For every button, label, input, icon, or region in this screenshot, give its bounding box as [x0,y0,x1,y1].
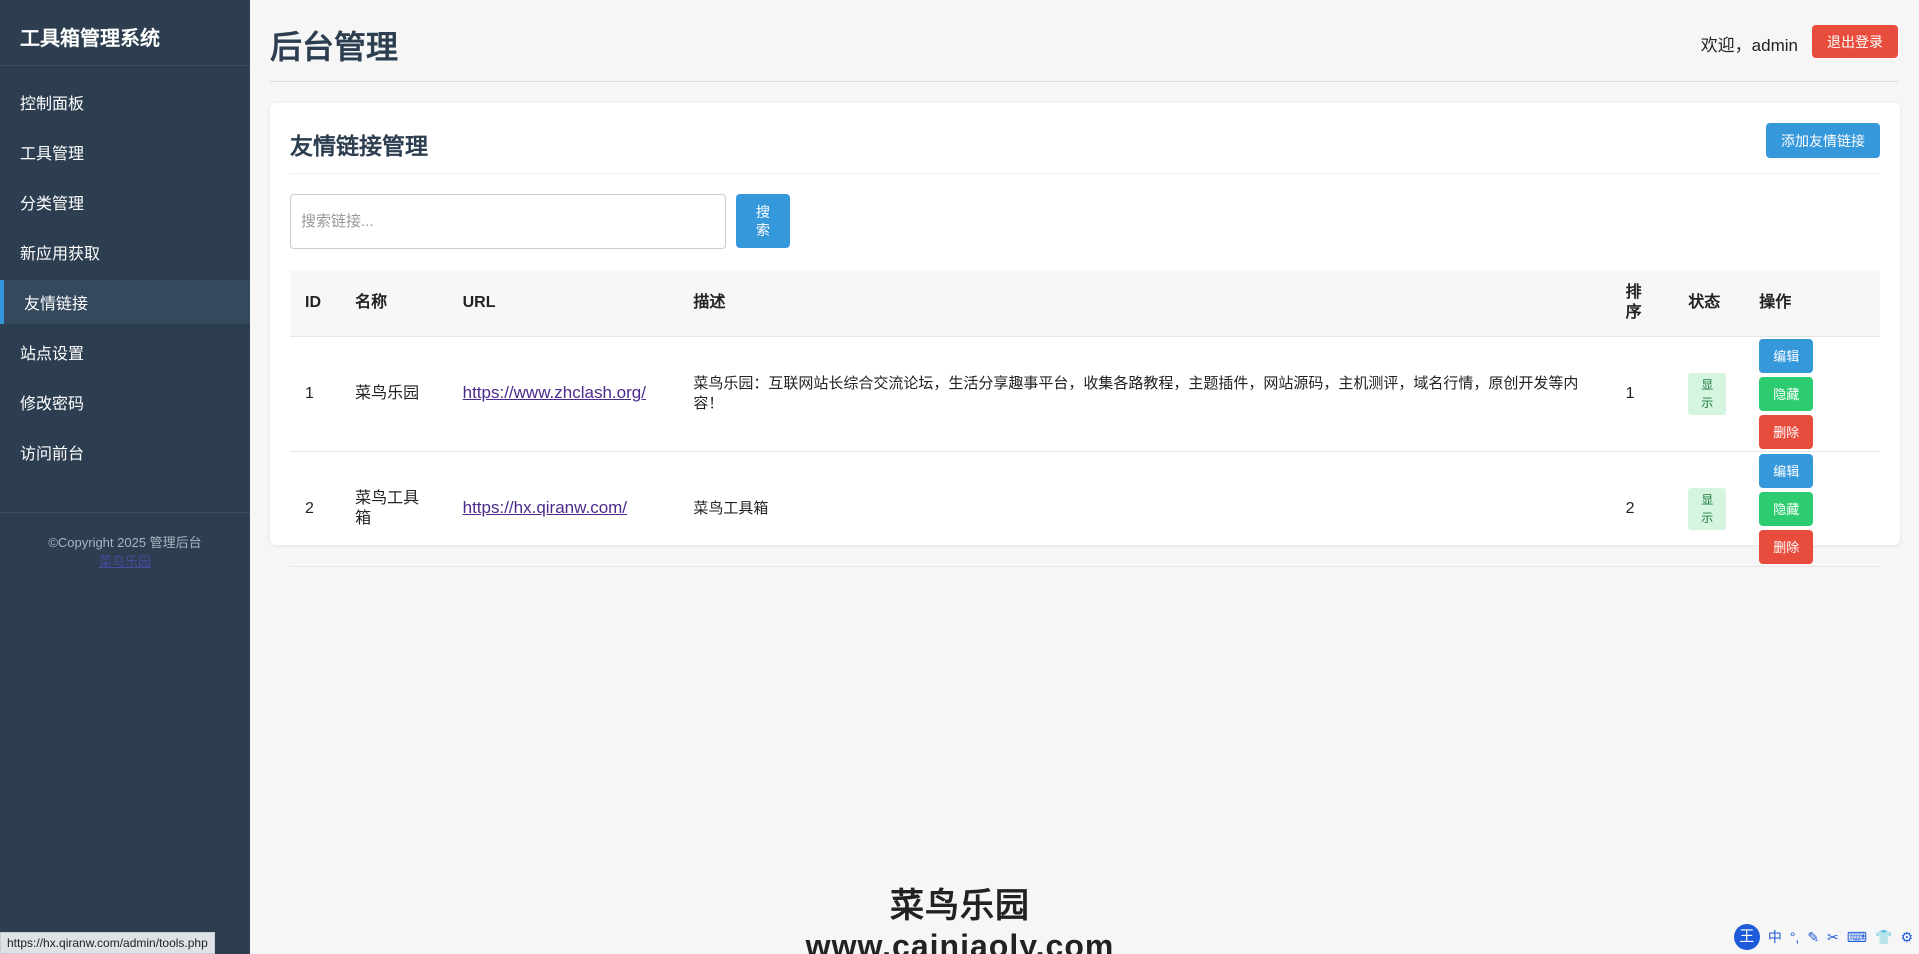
friend-links-card: 友情链接管理 添加友情链接 搜索 ID 名称 URL 描述 排序 状态 操作 [270,103,1900,567]
sidebar-item-site-settings[interactable]: 站点设置 [0,330,250,374]
col-header-order: 排序 [1610,270,1674,337]
sidebar-item-label: 分类管理 [20,196,85,213]
sidebar: 工具箱管理系统 控制面板 工具管理 分类管理 新应用获取 友情链接 站点设置 修… [0,0,250,954]
cell-desc: 菜鸟乐园：互联网站长综合交流论坛，生活分享趣事平台，收集各路教程，主题插件，网站… [678,336,1611,452]
col-header-desc: 描述 [678,270,1611,337]
sidebar-item-visit-frontend[interactable]: 访问前台 [0,430,250,474]
watermark-site: www.cainiaoly.com [805,928,1115,954]
cell-name: 菜鸟乐园 [340,336,448,452]
card-title: 友情链接管理 [290,133,428,159]
col-header-id: ID [290,270,341,337]
welcome-text: 欢迎，admin [1700,36,1798,55]
pen-icon[interactable]: ✎ [1807,929,1819,946]
link-url[interactable]: https://www.zhclash.org/ [463,383,646,402]
sidebar-nav: 控制面板 工具管理 分类管理 新应用获取 友情链接 站点设置 修改密码 访问前台 [0,66,250,474]
sidebar-item-label: 友情链接 [24,296,89,313]
sidebar-item-dashboard[interactable]: 控制面板 [0,80,250,124]
page-title: 后台管理 [270,29,399,65]
cell-url: https://www.zhclash.org/ [447,336,679,452]
copyright-link[interactable]: 菜鸟乐园 [99,554,151,569]
browser-status-url: https://hx.qiranw.com/admin/tools.php [0,932,215,954]
copyright: ©Copyright 2025 管理后台 菜鸟乐园 [0,513,250,571]
cell-order: 1 [1610,336,1674,452]
col-header-url: URL [447,270,679,337]
ime-logo-icon[interactable]: 王 [1733,924,1760,950]
cell-actions: 编辑 隐藏 删除 [1744,451,1880,567]
hide-button[interactable]: 隐藏 [1759,376,1814,411]
ime-punct[interactable]: °, [1790,929,1800,945]
delete-button[interactable]: 删除 [1759,414,1814,449]
copyright-text: ©Copyright 2025 管理后台 [48,535,202,550]
gear-icon[interactable]: ⚙ [1900,929,1913,946]
scissors-icon[interactable]: ✂ [1827,929,1839,946]
table-row: 2 菜鸟工具箱 https://hx.qiranw.com/ 菜鸟工具箱 2 显… [290,451,1880,567]
table-header-row: ID 名称 URL 描述 排序 状态 操作 [290,270,1880,337]
edit-button[interactable]: 编辑 [1759,338,1814,373]
add-friend-link-button[interactable]: 添加友情链接 [1766,123,1880,158]
sidebar-item-categories[interactable]: 分类管理 [0,180,250,224]
sidebar-item-label: 站点设置 [20,346,85,363]
col-header-name: 名称 [340,270,448,337]
col-header-status: 状态 [1673,270,1745,337]
keyboard-icon[interactable]: ⌨ [1847,929,1867,946]
cell-id: 1 [290,336,341,452]
sidebar-item-change-password[interactable]: 修改密码 [0,380,250,424]
sidebar-item-label: 工具管理 [20,146,85,163]
ime-toolbar: 王 中 °, ✎ ✂ ⌨ 👕 ⚙ [1733,924,1919,950]
cell-id: 2 [290,451,341,567]
sidebar-item-label: 修改密码 [20,396,85,413]
sidebar-item-friend-links[interactable]: 友情链接 [0,280,250,324]
delete-button[interactable]: 删除 [1759,529,1814,564]
cell-actions: 编辑 隐藏 删除 [1744,336,1880,452]
shirt-icon[interactable]: 👕 [1875,929,1892,946]
cell-status: 显示 [1673,336,1745,452]
status-badge: 显示 [1688,372,1727,415]
edit-button[interactable]: 编辑 [1759,453,1814,488]
cell-name: 菜鸟工具箱 [340,451,448,567]
links-table: ID 名称 URL 描述 排序 状态 操作 1 菜鸟乐园 https://www… [290,270,1880,567]
ime-mode[interactable]: 中 [1768,927,1782,947]
card-header: 友情链接管理 添加友情链接 [290,103,1880,174]
cell-url: https://hx.qiranw.com/ [447,451,679,567]
status-badge: 显示 [1688,487,1727,530]
link-url[interactable]: https://hx.qiranw.com/ [463,498,627,517]
col-header-order-text: 排序 [1625,283,1642,321]
sidebar-item-label: 控制面板 [20,96,85,113]
cell-desc: 菜鸟工具箱 [678,451,1611,567]
search-row: 搜索 [290,174,1880,270]
sidebar-item-tools[interactable]: 工具管理 [0,130,250,174]
main-content: 后台管理 欢迎，admin 退出登录 友情链接管理 添加友情链接 搜索 ID 名… [250,0,1919,954]
page-header: 后台管理 欢迎，admin 退出登录 [270,0,1898,82]
table-row: 1 菜鸟乐园 https://www.zhclash.org/ 菜鸟乐园：互联网… [290,336,1880,452]
col-header-actions: 操作 [1744,270,1880,337]
sidebar-item-label: 访问前台 [20,446,85,463]
cell-order: 2 [1610,451,1674,567]
sidebar-item-new-apps[interactable]: 新应用获取 [0,230,250,274]
hide-button[interactable]: 隐藏 [1759,491,1814,526]
sidebar-item-label: 新应用获取 [20,246,101,263]
logout-button[interactable]: 退出登录 [1812,25,1898,58]
search-button[interactable]: 搜索 [736,194,790,248]
cell-status: 显示 [1673,451,1745,567]
watermark-title: 菜鸟乐园 [890,887,1030,925]
search-input[interactable] [290,194,726,249]
brand-title: 工具箱管理系统 [0,0,250,66]
